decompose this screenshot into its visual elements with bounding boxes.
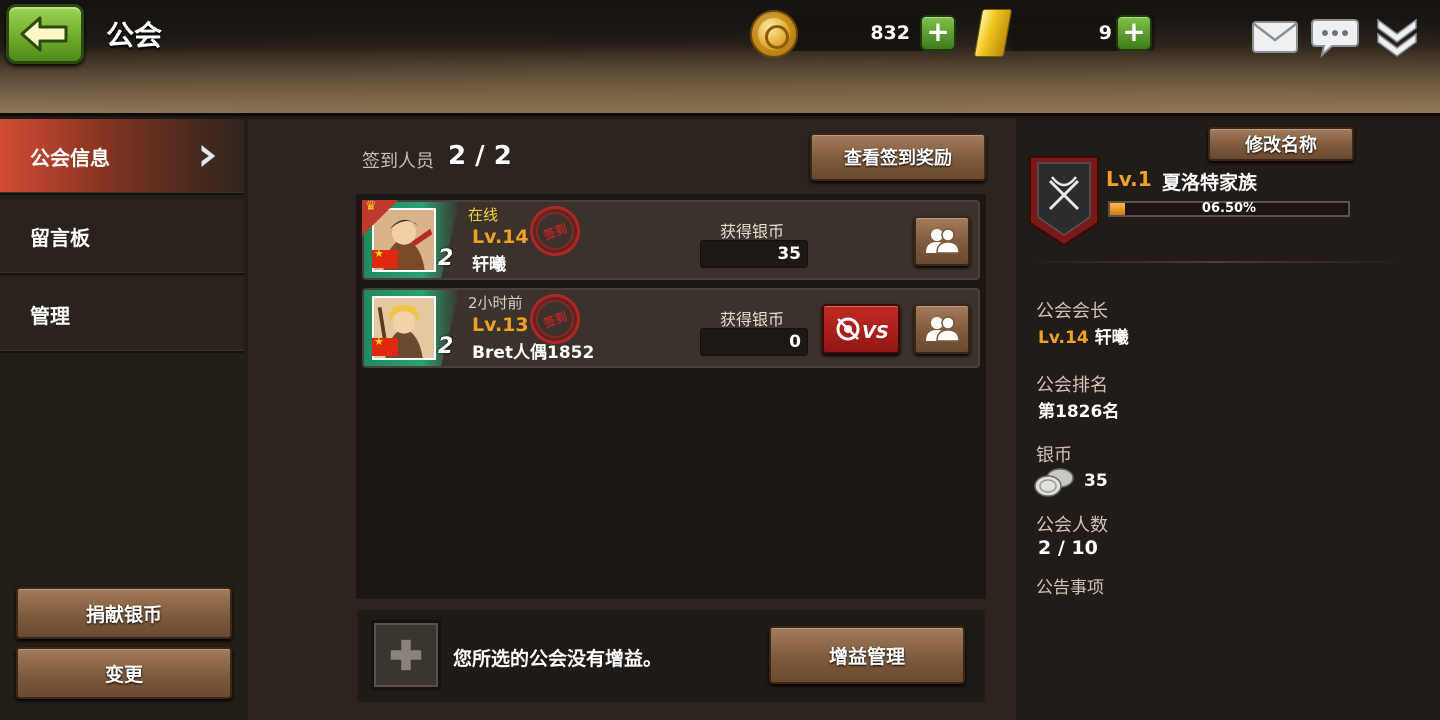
china-flag-icon <box>372 247 398 268</box>
guild-level: Lv.1 <box>1106 167 1152 191</box>
member-row: 2 在线 Lv.14 轩曦 签到 获得银币 35 <box>362 198 980 280</box>
back-arrow-icon <box>20 16 68 52</box>
add-coins-button[interactable]: + <box>920 15 956 51</box>
guild-xp-text: 06.50% <box>1201 201 1257 216</box>
back-button[interactable] <box>6 4 84 64</box>
silver-coins-icon <box>1034 468 1074 497</box>
sidebar-item-message-board[interactable]: 留言板 <box>0 199 244 275</box>
leader-label: 公会会长 <box>1036 301 1108 322</box>
coin-count: 832 <box>870 22 910 44</box>
signed-stamp: 签到 <box>522 198 588 264</box>
coin-earned-label: 获得银币 <box>720 310 785 329</box>
sidebar-item-label: 留言板 <box>30 225 90 250</box>
coin-icon <box>750 10 798 58</box>
add-friend-button[interactable] <box>914 304 970 354</box>
top-bar: 公会 832 + 9 + <box>0 0 1440 116</box>
buff-manage-button[interactable]: 增益管理 <box>769 626 965 684</box>
collapse-chevron-icon[interactable] <box>1372 14 1422 58</box>
chevron-right-icon <box>200 142 217 170</box>
sidebar-item-label: 公会信息 <box>30 145 110 170</box>
leader-info: Lv.14 轩曦 <box>1038 323 1129 348</box>
coin-earned-value: 35 <box>700 240 808 268</box>
page-title: 公会 <box>106 19 163 52</box>
signin-label: 签到人员 <box>362 151 434 172</box>
member-list: 2 在线 Lv.14 轩曦 签到 获得银币 35 <box>356 194 986 599</box>
member-name: Bret人偶1852 <box>472 343 595 363</box>
members-label: 公会人数 <box>1036 515 1108 536</box>
leader-crown-icon <box>362 199 398 236</box>
coin-earned-value: 0 <box>700 328 808 356</box>
silver-label: 银币 <box>1036 445 1072 466</box>
member-level: Lv.14 <box>472 226 529 248</box>
guild-name: 夏洛特家族 <box>1162 172 1258 194</box>
rename-guild-button[interactable]: 修改名称 <box>1208 127 1354 161</box>
add-friend-button[interactable] <box>914 216 970 266</box>
friends-icon <box>926 316 960 342</box>
member-rank: 2 <box>438 334 454 359</box>
leader-name: 轩曦 <box>1094 328 1129 348</box>
versus-target-icon: VS <box>836 317 888 343</box>
sidebar: 公会信息 留言板 管理 捐献银币 变更 <box>0 119 248 720</box>
gold-count: 9 <box>1098 22 1112 44</box>
member-status: 2小时前 <box>468 294 523 312</box>
sidebar-item-guild-info[interactable]: 公会信息 <box>0 119 244 195</box>
mail-icon[interactable] <box>1250 14 1300 58</box>
guild-emblem-icon <box>1029 156 1099 247</box>
buff-status-text: 您所选的公会没有增益。 <box>453 648 663 670</box>
kick-member-button[interactable]: VS <box>822 304 900 354</box>
coin-earned-label: 获得银币 <box>720 222 785 241</box>
china-flag-icon <box>372 335 398 356</box>
leader-level: Lv.14 <box>1038 328 1089 348</box>
signin-panel: 签到人员 2 / 2 查看签到奖励 2 在线 Lv.14 轩曦 签到 获得银 <box>248 119 1016 720</box>
donate-silver-button[interactable]: 捐献银币 <box>16 587 232 639</box>
notice-label: 公告事项 <box>1036 578 1104 598</box>
guild-xp-bar: 06.50% <box>1108 201 1350 217</box>
rank-label: 公会排名 <box>1036 375 1108 396</box>
member-status: 在线 <box>468 206 499 224</box>
member-name: 轩曦 <box>472 255 506 275</box>
add-buff-slot[interactable] <box>371 620 441 690</box>
chat-icon[interactable] <box>1310 14 1360 58</box>
divider <box>1026 261 1406 263</box>
member-rank: 2 <box>438 246 454 271</box>
silver-value: 35 <box>1084 471 1108 491</box>
rank-value: 第1826名 <box>1038 402 1120 422</box>
members-value: 2 / 10 <box>1038 537 1098 559</box>
guild-info-panel: 修改名称 Lv.1 夏洛特家族 06.50% 公会会长 Lv.14 轩曦 公会排… <box>1016 119 1440 720</box>
sidebar-item-manage[interactable]: 管理 <box>0 277 244 353</box>
member-level: Lv.13 <box>472 314 529 336</box>
buff-panel: 您所选的公会没有增益。 增益管理 <box>356 609 986 703</box>
view-signin-reward-button[interactable]: 查看签到奖励 <box>810 133 986 181</box>
svg-text:VS: VS <box>862 322 888 343</box>
sidebar-item-label: 管理 <box>30 303 70 328</box>
plus-icon <box>390 639 422 671</box>
signin-count: 2 / 2 <box>448 141 512 171</box>
friends-icon <box>926 228 960 254</box>
add-gold-button[interactable]: + <box>1116 15 1152 51</box>
change-button[interactable]: 变更 <box>16 647 232 699</box>
member-row: 2 2小时前 Lv.13 Bret人偶1852 签到 获得银币 0 VS <box>362 286 980 368</box>
